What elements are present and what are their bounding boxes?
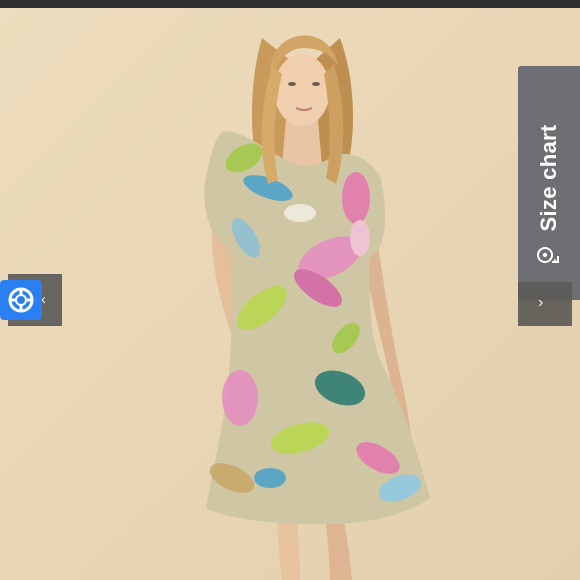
product-photo	[0, 8, 580, 580]
top-bar	[0, 0, 580, 8]
size-chart-label: Size chart	[536, 124, 561, 232]
chevron-right-icon: ›	[538, 294, 544, 311]
next-image-button[interactable]: ›	[518, 282, 572, 326]
previous-image-control[interactable]: ‹	[0, 274, 62, 326]
size-chart-button[interactable]: Size chart	[518, 66, 580, 300]
measuring-tape-icon	[537, 247, 559, 263]
lifebuoy-icon[interactable]	[0, 280, 42, 320]
